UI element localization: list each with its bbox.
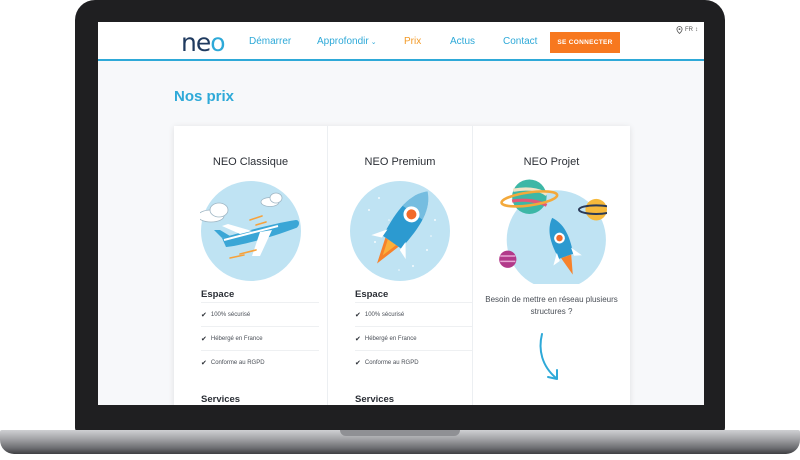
feature-item: ✔ Conforme au RGPD	[201, 350, 319, 374]
feature-label: 100% sécurisé	[210, 311, 251, 318]
feature-label: Conforme au RGPD	[364, 359, 419, 366]
feature-label: 100% sécurisé	[364, 311, 405, 318]
nav-contact[interactable]: Contact	[503, 36, 537, 47]
plan-description: Besoin de mettre en réseau plusieurs str…	[485, 295, 618, 316]
rocket-planets-illustration	[498, 179, 607, 284]
plan-title: NEO Classique	[212, 156, 289, 168]
section-title-services: Services	[355, 394, 395, 405]
feature-item: ✔ Hébergé en France	[355, 326, 473, 350]
browser-viewport: neo Démarrer Approfondir ⌄ Prix Actus Con…	[98, 22, 704, 405]
nav-approfondir[interactable]: Approfondir ⌄	[317, 36, 377, 47]
section-title-espace: Espace	[355, 289, 389, 300]
airplane-illustration	[199, 181, 301, 281]
feature-item: ✔ Conforme au RGPD	[355, 350, 473, 374]
rocket-illustration	[350, 181, 450, 281]
chevron-down-icon: ⌄	[370, 39, 377, 46]
check-icon: ✔	[201, 335, 207, 343]
nav-actus[interactable]: Actus	[450, 36, 475, 47]
curved-arrow-down-icon	[539, 333, 558, 380]
check-icon: ✔	[355, 359, 361, 367]
pricing-cards: NEO Classique Espace ✔ 100% sécurisé ✔ H…	[174, 126, 630, 405]
sort-arrows-icon: ↕	[695, 27, 698, 33]
nav-demarrer[interactable]: Démarrer	[249, 36, 291, 47]
language-label: FR	[685, 27, 693, 33]
feature-item: ✔ 100% sécurisé	[355, 302, 473, 326]
section-title-espace: Espace	[201, 289, 235, 300]
laptop-notch	[340, 430, 460, 436]
feature-label: Hébergé en France	[364, 335, 417, 342]
site-header: neo Démarrer Approfondir ⌄ Prix Actus Con…	[98, 22, 704, 61]
section-title-services: Services	[201, 394, 241, 405]
nav-prix[interactable]: Prix	[404, 36, 421, 47]
plan-title: NEO Projet	[523, 156, 580, 168]
plan-card-projet: NEO Projet Besoin de mettre en réseau pl…	[472, 126, 630, 405]
check-icon: ✔	[201, 311, 207, 319]
feature-label: Conforme au RGPD	[210, 359, 265, 366]
laptop-frame: neo Démarrer Approfondir ⌄ Prix Actus Con…	[0, 0, 800, 460]
plan-card-classique: NEO Classique Espace ✔ 100% sécurisé ✔ H…	[174, 126, 327, 405]
feature-item: ✔ Hébergé en France	[201, 326, 319, 350]
location-pin-icon	[676, 26, 683, 34]
check-icon: ✔	[355, 311, 361, 319]
feature-item: ✔ 100% sécurisé	[201, 302, 319, 326]
login-button[interactable]: SE CONNECTER	[550, 32, 620, 53]
nav-approfondir-label: Approfondir	[317, 36, 369, 47]
feature-label: Hébergé en France	[210, 335, 263, 342]
neo-logo[interactable]: neo	[181, 28, 226, 57]
check-icon: ✔	[355, 335, 361, 343]
plan-title: NEO Premium	[364, 156, 436, 168]
plan-card-premium: NEO Premium Espace ✔ 100% sécurisé ✔ Héb…	[327, 126, 473, 405]
check-icon: ✔	[201, 359, 207, 367]
page-title: Nos prix	[174, 88, 235, 105]
language-selector[interactable]: FR ↕	[676, 26, 698, 34]
